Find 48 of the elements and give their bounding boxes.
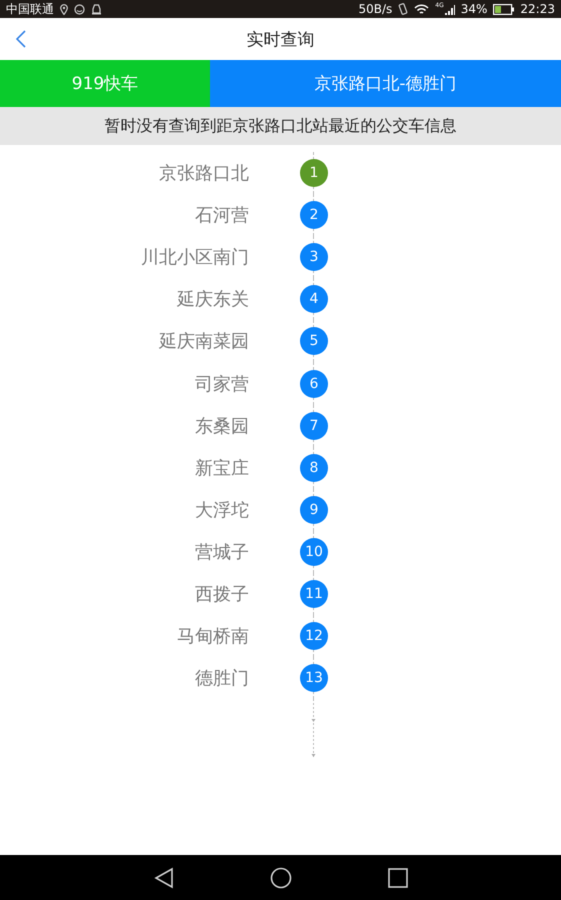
stop-name: 德胜门 [194,667,249,690]
smiley-icon [74,4,85,14]
stop-number[interactable]: 1 [300,159,328,188]
stop-name: 京张路口北 [158,162,249,186]
car-icon [91,4,102,14]
stop-number[interactable]: 4 [300,285,328,314]
stop-number[interactable]: 6 [300,370,328,398]
stop-number[interactable]: 13 [300,664,328,692]
stop-number[interactable]: 2 [300,201,328,230]
stop-name: 司家营 [194,372,249,396]
stop-name: 延庆南菜园 [158,330,249,354]
location-icon [60,4,68,14]
carrier-name: 中国联通 [6,0,54,18]
stop-number[interactable]: 9 [300,496,328,524]
stop-number[interactable]: 7 [300,412,328,440]
route-direction: 京张路口北-德胜门 [210,60,561,107]
page-title: 实时查询 [246,28,314,50]
network-speed: 50B/s [358,2,392,16]
stop-name: 东桑园 [194,414,249,438]
notice-message: 暂时没有查询到距京张路口北站最近的公交车信息 [0,107,561,145]
recents-icon [388,868,408,888]
stop-number[interactable]: 10 [300,538,328,566]
clock-time: 22:23 [520,2,555,16]
stop-number[interactable]: 3 [300,243,328,272]
stop-name: 马甸桥南 [176,625,249,648]
stop-number[interactable]: 11 [300,580,328,608]
home-nav-button[interactable] [270,866,292,888]
stop-name: 新宝庄 [194,456,249,480]
battery-percent: 34% [460,2,488,16]
vibrate-icon [398,3,408,15]
back-icon [16,30,26,48]
back-nav-button[interactable] [154,866,174,888]
stop-name: 大浮坨 [194,498,249,522]
stop-name: 川北小区南门 [140,246,249,270]
home-icon [270,866,292,888]
route-line-name: 919快车 [0,60,210,107]
recents-nav-button[interactable] [388,868,408,888]
stop-name: 石河营 [194,204,249,228]
stop-number[interactable]: 5 [300,327,328,356]
back-nav-icon [154,866,174,888]
signal-icon [444,4,455,14]
wifi-icon [414,4,430,14]
stop-name: 西拨子 [194,582,249,606]
stop-name: 营城子 [194,540,249,564]
battery-icon [493,4,514,14]
stop-name: 延庆东关 [176,288,249,312]
stop-number[interactable]: 8 [300,454,328,482]
stop-number[interactable]: 12 [300,622,328,650]
